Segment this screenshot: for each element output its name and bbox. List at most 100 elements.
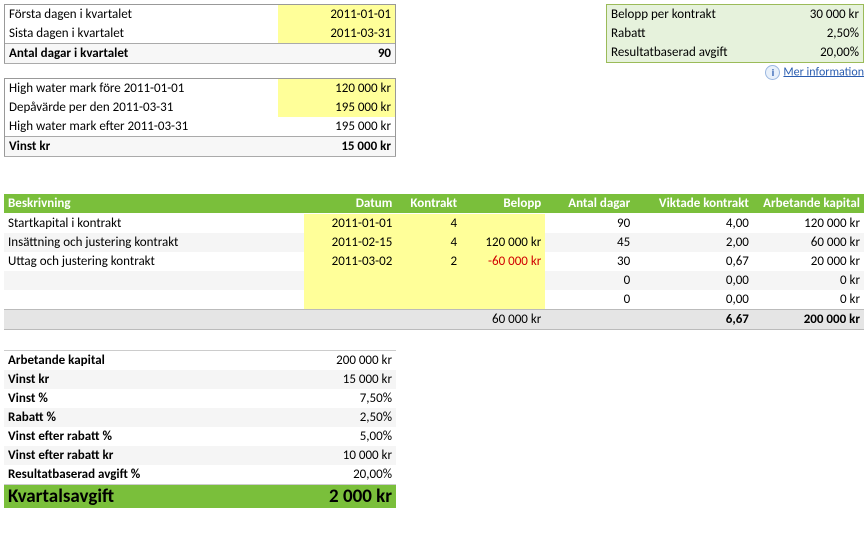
cell-datum[interactable]: 2011-03-02	[304, 252, 396, 271]
row-depot: Depåvärde per den 2011-03-31 195 000 kr	[5, 98, 396, 117]
cell-dagar: 30	[545, 252, 634, 271]
table-row: 0 0,00 0 kr	[4, 290, 864, 310]
table-row: Insättning och justering kontrakt 2011-0…	[4, 233, 864, 252]
cell-belopp[interactable]: 120 000 kr	[461, 233, 545, 252]
label-hwm-before: High water mark före 2011-01-01	[5, 79, 278, 99]
cell-belopp[interactable]	[461, 214, 545, 234]
cell-empty	[304, 310, 396, 330]
cell-arb: 0 kr	[753, 271, 864, 290]
total-belopp: 60 000 kr	[461, 310, 545, 330]
row-discount: Rabatt 2,50%	[607, 24, 864, 43]
total-vikt: 6,67	[634, 310, 753, 330]
row-first-day: Första dagen i kvartalet 2011-01-01	[5, 5, 396, 25]
summary-value: 10 000 kr	[278, 446, 396, 465]
cell-datum[interactable]: 2011-02-15	[304, 233, 396, 252]
value-hwm-before[interactable]: 120 000 kr	[278, 79, 396, 99]
label-per-contract: Belopp per kontrakt	[607, 5, 783, 25]
hdr-beskrivning: Beskrivning	[4, 194, 304, 214]
cell-datum[interactable]	[304, 290, 396, 310]
summary-label: Resultatbaserad avgift %	[4, 465, 278, 485]
cell-datum[interactable]	[304, 271, 396, 290]
cell-beskr: Insättning och justering kontrakt	[4, 233, 304, 252]
summary-row: Vinst kr 15 000 kr	[4, 370, 396, 389]
cell-beskr	[4, 271, 304, 290]
final-value: 2 000 kr	[278, 485, 396, 509]
summary-row: Vinst efter rabatt kr 10 000 kr	[4, 446, 396, 465]
hwm-table: High water mark före 2011-01-01 120 000 …	[4, 78, 396, 157]
cell-datum[interactable]: 2011-01-01	[304, 214, 396, 234]
value-days: 90	[278, 44, 396, 64]
cell-dagar: 0	[545, 271, 634, 290]
cell-empty	[4, 310, 304, 330]
cell-beskr: Startkapital i kontrakt	[4, 214, 304, 234]
value-last-day[interactable]: 2011-03-31	[278, 24, 396, 44]
hdr-arbetande: Arbetande kapital	[753, 194, 864, 214]
summary-value: 7,50%	[278, 389, 396, 408]
cell-beskr: Uttag och justering kontrakt	[4, 252, 304, 271]
summary-final-row: Kvartalsavgift 2 000 kr	[4, 485, 396, 509]
value-depot[interactable]: 195 000 kr	[278, 98, 396, 117]
summary-table: Arbetande kapital 200 000 kr Vinst kr 15…	[4, 350, 396, 508]
cell-vikt: 0,67	[634, 252, 753, 271]
cell-arb: 0 kr	[753, 290, 864, 310]
summary-row: Vinst efter rabatt % 5,00%	[4, 427, 396, 446]
label-days: Antal dagar i kvartalet	[5, 44, 278, 64]
cell-belopp[interactable]	[461, 290, 545, 310]
summary-value: 20,00%	[278, 465, 396, 485]
cell-kontrakt[interactable]: 2	[396, 252, 461, 271]
cell-empty	[545, 310, 634, 330]
summary-row: Rabatt % 2,50%	[4, 408, 396, 427]
cell-vikt: 0,00	[634, 271, 753, 290]
value-profit: 15 000 kr	[278, 137, 396, 157]
transactions-table: Beskrivning Datum Kontrakt Belopp Antal …	[4, 194, 864, 330]
summary-value: 200 000 kr	[278, 351, 396, 371]
summary-label: Vinst efter rabatt %	[4, 427, 278, 446]
cell-arb: 20 000 kr	[753, 252, 864, 271]
summary-block: Arbetande kapital 200 000 kr Vinst kr 15…	[4, 350, 396, 508]
hdr-kontrakt: Kontrakt	[396, 194, 461, 214]
label-result-fee: Resultatbaserad avgift	[607, 43, 783, 63]
row-profit: Vinst kr 15 000 kr	[5, 137, 396, 157]
cell-vikt: 0,00	[634, 290, 753, 310]
hdr-datum: Datum	[304, 194, 396, 214]
summary-label: Vinst kr	[4, 370, 278, 389]
cell-kontrakt[interactable]	[396, 271, 461, 290]
contract-parameters-block: Belopp per kontrakt 30 000 kr Rabatt 2,5…	[606, 4, 864, 80]
label-profit: Vinst kr	[5, 137, 278, 157]
value-first-day[interactable]: 2011-01-01	[278, 5, 396, 25]
summary-label: Vinst efter rabatt kr	[4, 446, 278, 465]
table-row: 0 0,00 0 kr	[4, 271, 864, 290]
summary-value: 2,50%	[278, 408, 396, 427]
transactions-total-row: 60 000 kr 6,67 200 000 kr	[4, 310, 864, 330]
summary-row: Arbetande kapital 200 000 kr	[4, 351, 396, 371]
label-hwm-after: High water mark efter 2011-03-31	[5, 117, 278, 137]
label-last-day: Sista dagen i kvartalet	[5, 24, 278, 44]
cell-arb: 120 000 kr	[753, 214, 864, 234]
quarter-and-hwm-block: Första dagen i kvartalet 2011-01-01 Sist…	[4, 4, 396, 157]
cell-kontrakt[interactable]: 4	[396, 233, 461, 252]
value-discount: 2,50%	[782, 24, 863, 43]
row-last-day: Sista dagen i kvartalet 2011-03-31	[5, 24, 396, 44]
cell-belopp[interactable]	[461, 271, 545, 290]
table-row: Startkapital i kontrakt 2011-01-01 4 90 …	[4, 214, 864, 234]
cell-kontrakt[interactable]: 4	[396, 214, 461, 234]
info-icon: i	[765, 65, 780, 80]
cell-vikt: 4,00	[634, 214, 753, 234]
hdr-antal-dagar: Antal dagar	[545, 194, 634, 214]
row-hwm-before: High water mark före 2011-01-01 120 000 …	[5, 79, 396, 99]
contract-parameters-table: Belopp per kontrakt 30 000 kr Rabatt 2,5…	[606, 4, 864, 63]
value-hwm-after: 195 000 kr	[278, 117, 396, 137]
transactions-block: Beskrivning Datum Kontrakt Belopp Antal …	[4, 194, 864, 330]
table-row: Uttag och justering kontrakt 2011-03-02 …	[4, 252, 864, 271]
row-hwm-after: High water mark efter 2011-03-31 195 000…	[5, 117, 396, 137]
summary-row: Resultatbaserad avgift % 20,00%	[4, 465, 396, 485]
cell-belopp[interactable]: -60 000 kr	[461, 252, 545, 271]
more-info-link[interactable]: Mer information	[783, 65, 864, 79]
cell-beskr	[4, 290, 304, 310]
value-result-fee: 20,00%	[782, 43, 863, 63]
summary-row: Vinst % 7,50%	[4, 389, 396, 408]
summary-label: Vinst %	[4, 389, 278, 408]
label-discount: Rabatt	[607, 24, 783, 43]
cell-arb: 60 000 kr	[753, 233, 864, 252]
cell-kontrakt[interactable]	[396, 290, 461, 310]
